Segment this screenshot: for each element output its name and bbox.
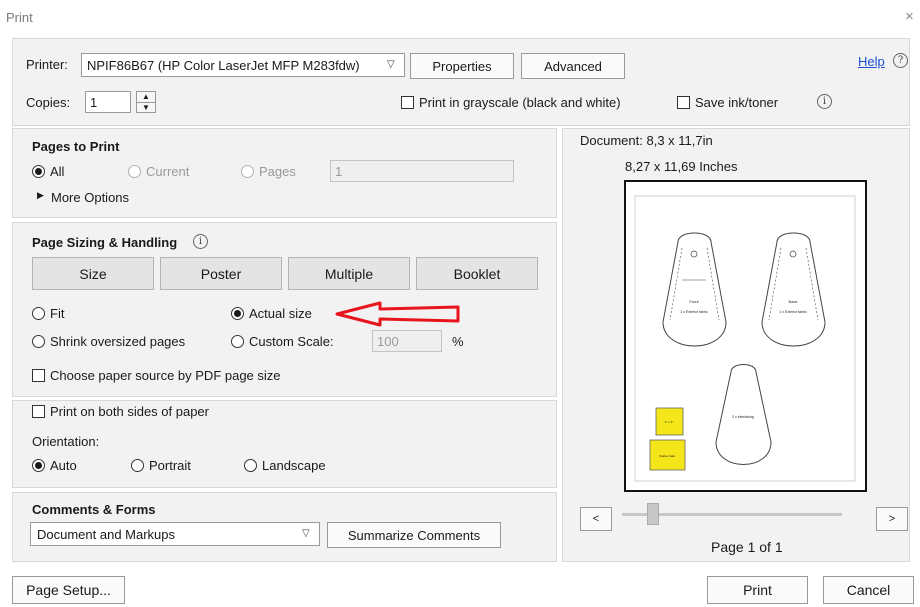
more-options-toggle[interactable]: More Options <box>51 190 129 205</box>
save-ink-checkbox[interactable] <box>677 96 690 109</box>
both-sides-checkbox[interactable] <box>32 405 45 418</box>
cancel-button[interactable]: Cancel <box>823 576 914 604</box>
custom-scale-radio[interactable] <box>231 335 244 348</box>
percent-label: % <box>452 334 464 349</box>
pages-range-radio[interactable] <box>241 165 254 178</box>
page-preview: Front 1 x Exterior fabric Back 1 x Exter… <box>624 180 867 492</box>
front-tag-title: Front <box>689 299 699 304</box>
orientation-portrait-radio[interactable] <box>131 459 144 472</box>
grayscale-label: Print in grayscale (black and white) <box>419 95 621 110</box>
info-icon[interactable]: i <box>817 94 832 109</box>
orientation-auto-radio[interactable] <box>32 459 45 472</box>
all-pages-radio[interactable] <box>32 165 45 178</box>
help-link[interactable]: Help <box>858 54 885 69</box>
actual-size-radio[interactable] <box>231 307 244 320</box>
comments-select[interactable]: Document and Markups ▽ <box>30 522 320 546</box>
document-size-label: Document: 8,3 x 11,7in <box>580 133 713 148</box>
copies-input[interactable]: 1 <box>85 91 131 113</box>
chevron-down-icon: ▽ <box>387 59 395 70</box>
comments-select-value: Document and Markups <box>37 526 176 542</box>
pages-range-label: Pages <box>259 164 296 179</box>
chevron-down-icon: ▽ <box>302 528 310 539</box>
page-slider-handle[interactable] <box>647 503 659 525</box>
all-pages-label: All <box>50 164 65 179</box>
booklet-tab-button[interactable]: Booklet <box>416 257 538 290</box>
shrink-oversized-label: Shrink oversized pages <box>50 334 186 349</box>
choose-paper-label: Choose paper source by PDF page size <box>50 368 281 383</box>
print-button[interactable]: Print <box>707 576 808 604</box>
paper-size-label: 8,27 x 11,69 Inches <box>625 159 738 174</box>
back-tag-title: Back <box>789 299 798 304</box>
grayscale-checkbox[interactable] <box>401 96 414 109</box>
yellow-large-label: Scales Safe <box>659 454 675 458</box>
summarize-comments-button[interactable]: Summarize Comments <box>327 522 501 548</box>
page-sizing-title: Page Sizing & Handling <box>32 235 178 250</box>
shrink-oversized-radio[interactable] <box>32 335 45 348</box>
info-icon[interactable]: i <box>193 234 208 249</box>
current-page-label: Current <box>146 164 190 179</box>
fit-label: Fit <box>50 306 65 321</box>
page-setup-button[interactable]: Page Setup... <box>12 576 125 604</box>
previous-page-button[interactable]: < <box>580 507 612 531</box>
orientation-auto-label: Auto <box>50 458 77 473</box>
close-icon[interactable]: × <box>905 8 914 25</box>
back-tag-subtitle: 1 x Exterior fabric <box>779 310 806 314</box>
pages-range-input[interactable]: 1 <box>330 160 514 182</box>
printer-select[interactable]: NPIF86B67 (HP Color LaserJet MFP M283fdw… <box>81 53 405 77</box>
both-sides-label: Print on both sides of paper <box>50 404 209 419</box>
properties-button[interactable]: Properties <box>410 53 514 79</box>
size-tab-button[interactable]: Size <box>32 257 154 290</box>
stepper-down-icon[interactable]: ▼ <box>137 102 155 112</box>
next-page-button[interactable]: > <box>876 507 908 531</box>
yellow-small-label: 2" x 2" <box>665 420 674 424</box>
fit-radio[interactable] <box>32 307 45 320</box>
red-arrow-annotation <box>335 301 460 327</box>
window-title: Print <box>6 10 33 25</box>
orientation-label: Orientation: <box>32 434 100 449</box>
orientation-portrait-label: Portrait <box>149 458 191 473</box>
pages-to-print-title: Pages to Print <box>32 139 120 154</box>
front-tag-subtitle: 1 x Exterior fabric <box>680 310 707 314</box>
printer-label: Printer: <box>26 57 68 72</box>
multiple-tab-button[interactable]: Multiple <box>288 257 410 290</box>
expand-triangle-icon[interactable]: ▶ <box>37 190 44 201</box>
poster-tab-button[interactable]: Poster <box>160 257 282 290</box>
copies-label: Copies: <box>26 95 71 110</box>
printer-select-value: NPIF86B67 (HP Color LaserJet MFP M283fdw… <box>87 57 360 73</box>
save-ink-label: Save ink/toner <box>695 95 779 110</box>
page-indicator: Page 1 of 1 <box>711 539 783 555</box>
orientation-landscape-radio[interactable] <box>244 459 257 472</box>
copies-stepper[interactable]: ▲ ▼ <box>136 91 156 113</box>
custom-scale-input[interactable]: 100 <box>372 330 442 352</box>
interfacing-tag-title: 2 x interfacing <box>732 415 754 419</box>
stepper-up-icon[interactable]: ▲ <box>137 92 155 102</box>
help-question-icon[interactable]: ? <box>893 53 908 68</box>
custom-scale-label: Custom Scale: <box>249 334 334 349</box>
advanced-button[interactable]: Advanced <box>521 53 625 79</box>
current-page-radio[interactable] <box>128 165 141 178</box>
choose-paper-checkbox[interactable] <box>32 369 45 382</box>
comments-forms-title: Comments & Forms <box>32 502 156 517</box>
actual-size-label: Actual size <box>249 306 312 321</box>
orientation-landscape-label: Landscape <box>262 458 326 473</box>
page-preview-artwork: Front 1 x Exterior fabric Back 1 x Exter… <box>634 195 856 482</box>
